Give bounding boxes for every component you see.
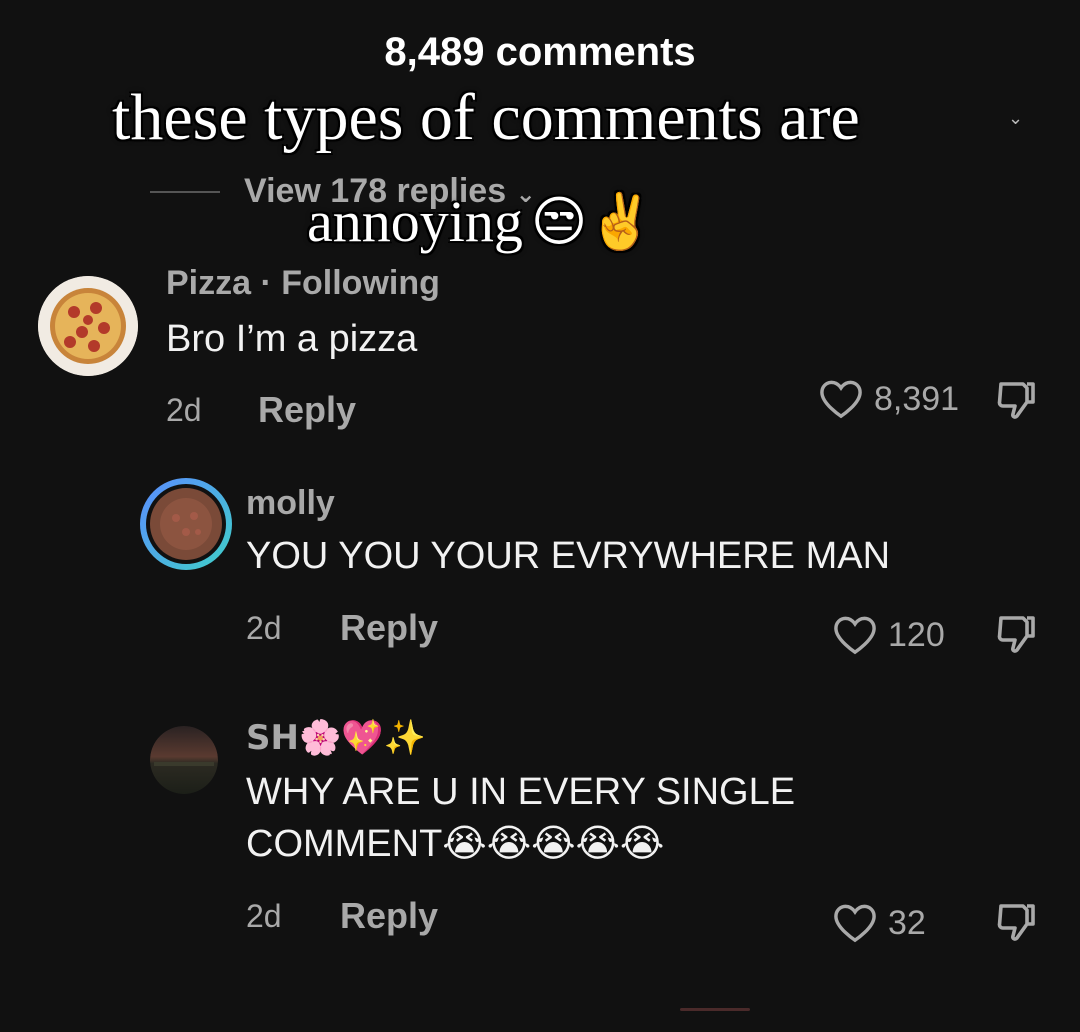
heart-icon	[834, 904, 876, 943]
dislike-button[interactable]	[993, 900, 1041, 946]
overlay-caption-text: annoying	[307, 189, 523, 254]
like-button[interactable]: 120	[832, 614, 945, 656]
comment-author[interactable]: Pizza · Following	[166, 264, 440, 303]
pizza-avatar-image	[38, 276, 138, 376]
avatar[interactable]	[38, 276, 138, 376]
comment-text-line1: WHY ARE U IN EVERY SINGLE	[246, 771, 796, 813]
like-count: 32	[888, 903, 926, 942]
overlay-caption-line2: annoying 😒✌️	[307, 188, 654, 255]
like-button[interactable]: 8,391	[818, 378, 959, 420]
reply-button[interactable]: Reply	[258, 389, 356, 431]
comment-age: 2d	[246, 898, 282, 934]
comment-author-label: SH🌸💖✨	[246, 718, 426, 758]
replies-divider	[150, 191, 220, 193]
comment-age: 2d	[246, 610, 282, 646]
comment-text: Bro I’m a pizza	[166, 318, 418, 360]
scroll-hint-divider	[680, 1008, 750, 1011]
dislike-icon	[997, 616, 1035, 653]
heart-icon	[834, 616, 876, 655]
avatar-story-ring[interactable]	[140, 478, 232, 570]
sh-avatar-image	[150, 726, 218, 794]
comment-author[interactable]: molly	[246, 484, 335, 523]
chevron-down-icon[interactable]: ⌄	[1008, 108, 1023, 129]
reply-button[interactable]: Reply	[340, 607, 438, 649]
molly-avatar-image	[150, 488, 222, 560]
like-button[interactable]: 32	[832, 902, 926, 944]
heart-icon	[820, 380, 862, 419]
dislike-button[interactable]	[993, 378, 1041, 424]
like-count: 120	[888, 615, 945, 654]
dislike-button[interactable]	[993, 612, 1041, 658]
comment-author[interactable]: SH🌸💖✨	[246, 718, 426, 758]
dislike-icon	[997, 904, 1035, 941]
comments-count: 8,489 comments	[384, 30, 696, 74]
avatar[interactable]	[150, 726, 218, 794]
comment-text: YOU YOU YOUR EVRYWHERE MAN	[246, 535, 891, 577]
overlay-caption-emoji: 😒✌️	[530, 189, 655, 253]
comment-age: 2d	[166, 392, 202, 428]
reply-button[interactable]: Reply	[340, 895, 438, 937]
comment-text-line2: COMMENT😭😭😭😭😭	[246, 823, 665, 865]
dislike-icon	[997, 382, 1035, 419]
like-count: 8,391	[874, 379, 960, 418]
overlay-caption-line1: these types of comments are	[112, 81, 860, 154]
